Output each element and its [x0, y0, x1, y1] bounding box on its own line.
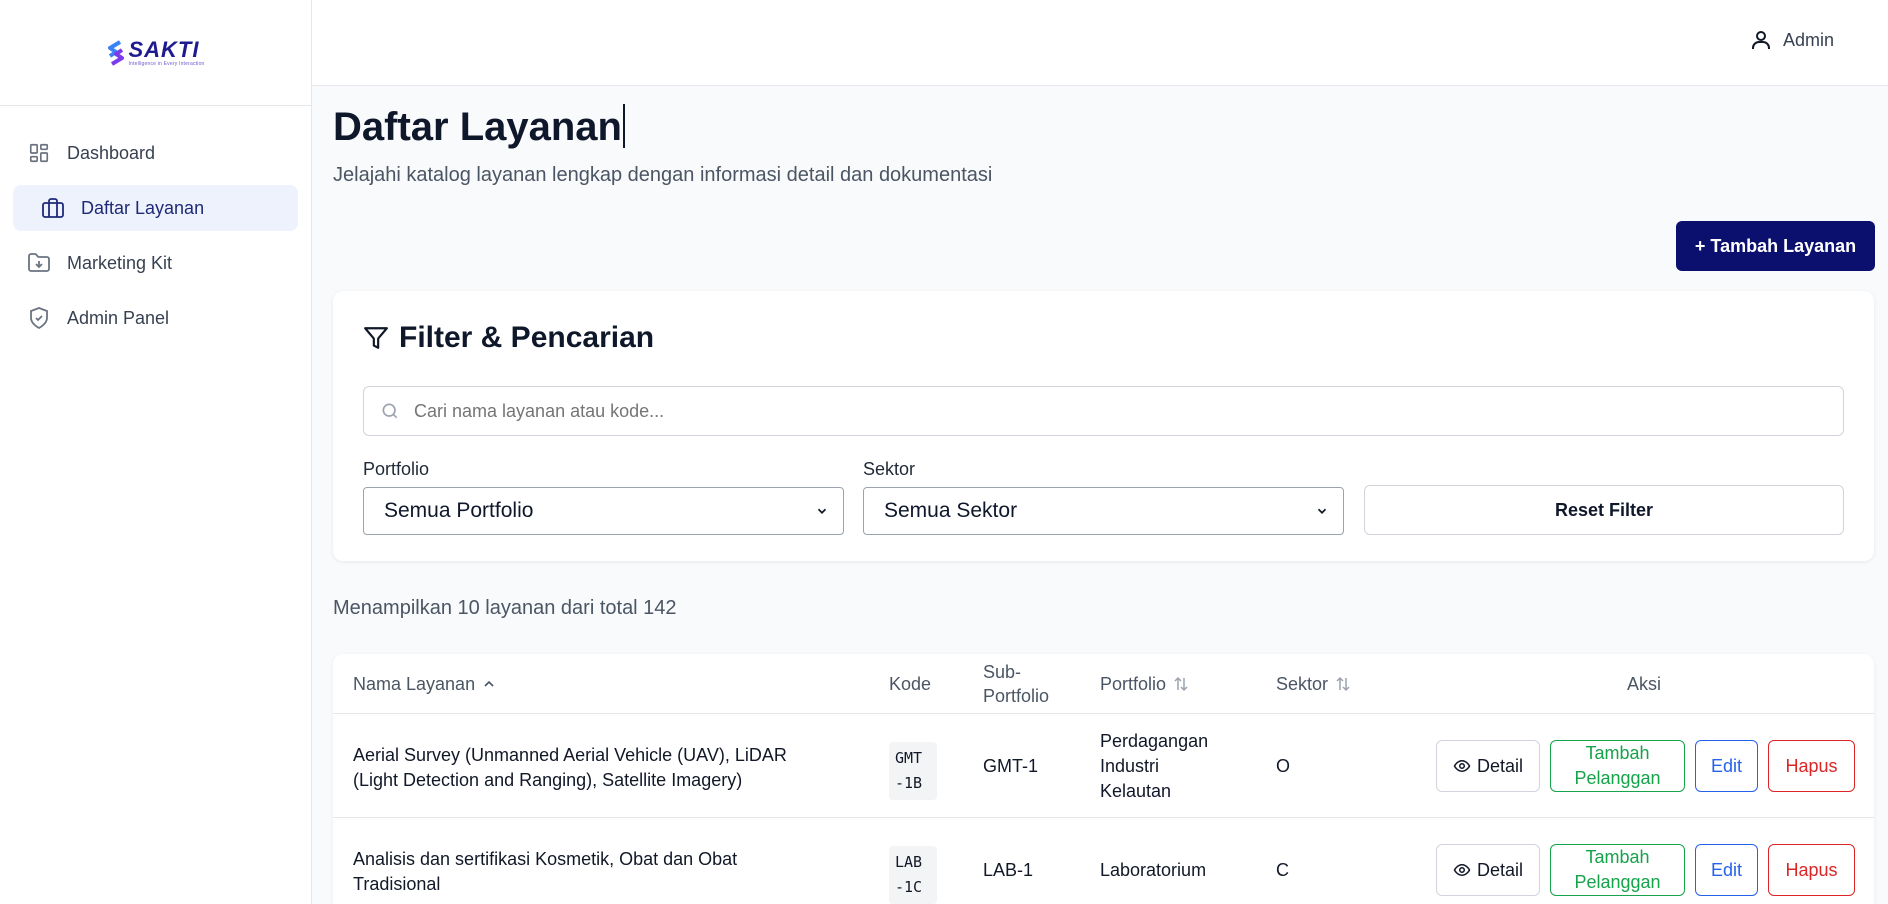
column-header-portfolio[interactable]: Portfolio: [1100, 672, 1190, 696]
filter-icon: [364, 327, 388, 349]
detail-button-label: Detail: [1476, 755, 1524, 776]
sidebar-item-label: Dashboard: [67, 142, 156, 163]
add-customer-button[interactable]: Tambah Pelanggan: [1550, 740, 1685, 792]
text-caret: [622, 104, 625, 148]
table-row: Aerial Survey (Unmanned Aerial Vehicle (…: [333, 714, 1874, 818]
search-input[interactable]: [414, 400, 1714, 422]
brand-name: SAKTI: [128, 36, 200, 62]
portfolio-select-value: Semua Portfolio: [384, 499, 534, 522]
add-service-button[interactable]: + Tambah Layanan: [1676, 221, 1875, 271]
search-field[interactable]: [363, 386, 1844, 436]
delete-button[interactable]: Hapus: [1768, 740, 1855, 792]
edit-button[interactable]: Edit: [1695, 740, 1758, 792]
service-name-line: Aerial Survey (Unmanned Aerial Vehicle (…: [353, 745, 787, 765]
sub-portfolio: GMT-1: [983, 756, 1039, 776]
column-header-label: Portfolio: [983, 686, 1050, 706]
sidebar-nav: Dashboard Daftar Layanan Marketing Kit A…: [0, 106, 311, 341]
sub-portfolio: LAB-1: [983, 860, 1034, 880]
portfolio: Laboratorium: [1100, 860, 1207, 880]
user-icon: [1751, 31, 1770, 49]
column-header-nama[interactable]: Nama Layanan: [353, 672, 497, 696]
sidebar-item-daftar-layanan[interactable]: Daftar Layanan: [13, 185, 298, 231]
portfolio-select[interactable]: Semua Portfolio: [363, 487, 844, 535]
add-customer-label: Pelanggan: [1574, 768, 1661, 788]
portfolio-line: Industri: [1100, 756, 1160, 776]
portfolio-line: Perdagangan: [1100, 731, 1209, 751]
column-header-label: Portfolio: [1100, 674, 1167, 694]
portfolio-label: Portfolio: [363, 459, 430, 479]
portfolio-line: Kelautan: [1100, 781, 1172, 801]
add-customer-button[interactable]: Tambah Pelanggan: [1550, 844, 1685, 896]
edit-button[interactable]: Edit: [1695, 844, 1758, 896]
filter-card: Filter & Pencarian Portfolio Semua Portf…: [333, 291, 1874, 561]
brand-tagline: Intelligence in Every Interaction: [128, 60, 205, 67]
column-header-label: Nama Layanan: [353, 674, 476, 694]
sektor-label: Sektor: [863, 459, 916, 479]
sektor: O: [1276, 756, 1291, 776]
detail-button-label: Detail: [1476, 859, 1524, 880]
detail-button[interactable]: Detail: [1436, 740, 1540, 792]
sektor: C: [1276, 860, 1289, 880]
top-bar: Admin: [312, 0, 1888, 86]
sidebar: SAKTI Intelligence in Every Interaction …: [0, 0, 312, 904]
reset-filter-button[interactable]: Reset Filter: [1364, 485, 1844, 535]
filter-title: Filter & Pencarian: [363, 321, 654, 355]
add-customer-label: Tambah: [1585, 847, 1650, 867]
chevron-down-icon: [1317, 508, 1327, 514]
column-header-label: Kode: [889, 674, 932, 694]
delete-button[interactable]: Hapus: [1768, 844, 1855, 896]
page-title: Daftar Layanan: [333, 104, 625, 150]
column-header-sub-portfolio: Sub- Portfolio: [983, 660, 1049, 708]
result-count: Menampilkan 10 layanan dari total 142: [333, 597, 677, 619]
eye-icon: [1453, 759, 1471, 773]
briefcase-icon: [41, 196, 65, 220]
column-header-label: Sektor: [1276, 674, 1329, 694]
add-customer-label: Pelanggan: [1574, 872, 1661, 892]
filter-title-text: Filter & Pencarian: [399, 321, 655, 354]
service-name: Aerial Survey (Unmanned Aerial Vehicle (…: [353, 743, 813, 793]
add-customer-label: Tambah: [1585, 743, 1650, 763]
table-row: Analisis dan sertifikasi Kosmetik, Obat …: [333, 818, 1874, 904]
sektor-select[interactable]: Semua Sektor: [863, 487, 1344, 535]
service-name-line: (Light Detection and Ranging), Satellite…: [353, 770, 743, 790]
sakti-logo-icon: [108, 39, 125, 66]
chevron-down-icon: [817, 508, 827, 514]
page-subtitle: Jelajahi katalog layanan lengkap dengan …: [333, 164, 993, 186]
portfolio: Perdagangan Industri Kelautan: [1100, 729, 1208, 804]
sidebar-item-label: Admin Panel: [67, 307, 170, 328]
search-icon: [382, 403, 398, 419]
column-header-sektor[interactable]: Sektor: [1276, 672, 1352, 696]
eye-icon: [1453, 863, 1471, 877]
sidebar-item-label: Daftar Layanan: [81, 197, 205, 218]
logo[interactable]: SAKTI Intelligence in Every Interaction: [0, 0, 311, 106]
services-table: Nama Layanan Kode Sub- Portfolio Portfol…: [333, 654, 1874, 904]
page-title-text: Daftar Layanan: [333, 105, 622, 149]
service-name: Analisis dan sertifikasi Kosmetik, Obat …: [353, 847, 813, 897]
folder-download-icon: [27, 251, 51, 275]
user-menu[interactable]: Admin: [1749, 28, 1834, 52]
grid-icon: [27, 141, 51, 165]
sektor-select-value: Semua Sektor: [884, 499, 1018, 522]
sidebar-item-dashboard[interactable]: Dashboard: [13, 130, 298, 176]
column-header-label: Sub-: [983, 662, 1022, 682]
sort-icon: [1336, 676, 1350, 692]
service-name-line: Analisis dan sertifikasi Kosmetik, Obat …: [353, 849, 738, 869]
sidebar-item-label: Marketing Kit: [67, 252, 173, 273]
detail-button[interactable]: Detail: [1436, 844, 1540, 896]
user-name: Admin: [1782, 29, 1834, 50]
column-header-aksi: Aksi: [1627, 672, 1661, 696]
shield-icon: [27, 306, 51, 330]
sort-ascending-icon: [484, 680, 494, 687]
sort-icon: [1174, 676, 1188, 692]
service-code: LAB-1C: [889, 846, 937, 904]
service-code: GMT-1B: [889, 742, 937, 800]
column-header-kode: Kode: [889, 672, 931, 696]
table-header: Nama Layanan Kode Sub- Portfolio Portfol…: [333, 654, 1874, 714]
service-name-line: Tradisional: [353, 874, 441, 894]
sidebar-item-marketing-kit[interactable]: Marketing Kit: [13, 240, 298, 286]
column-header-label: Aksi: [1627, 674, 1662, 694]
sidebar-item-admin-panel[interactable]: Admin Panel: [13, 295, 298, 341]
